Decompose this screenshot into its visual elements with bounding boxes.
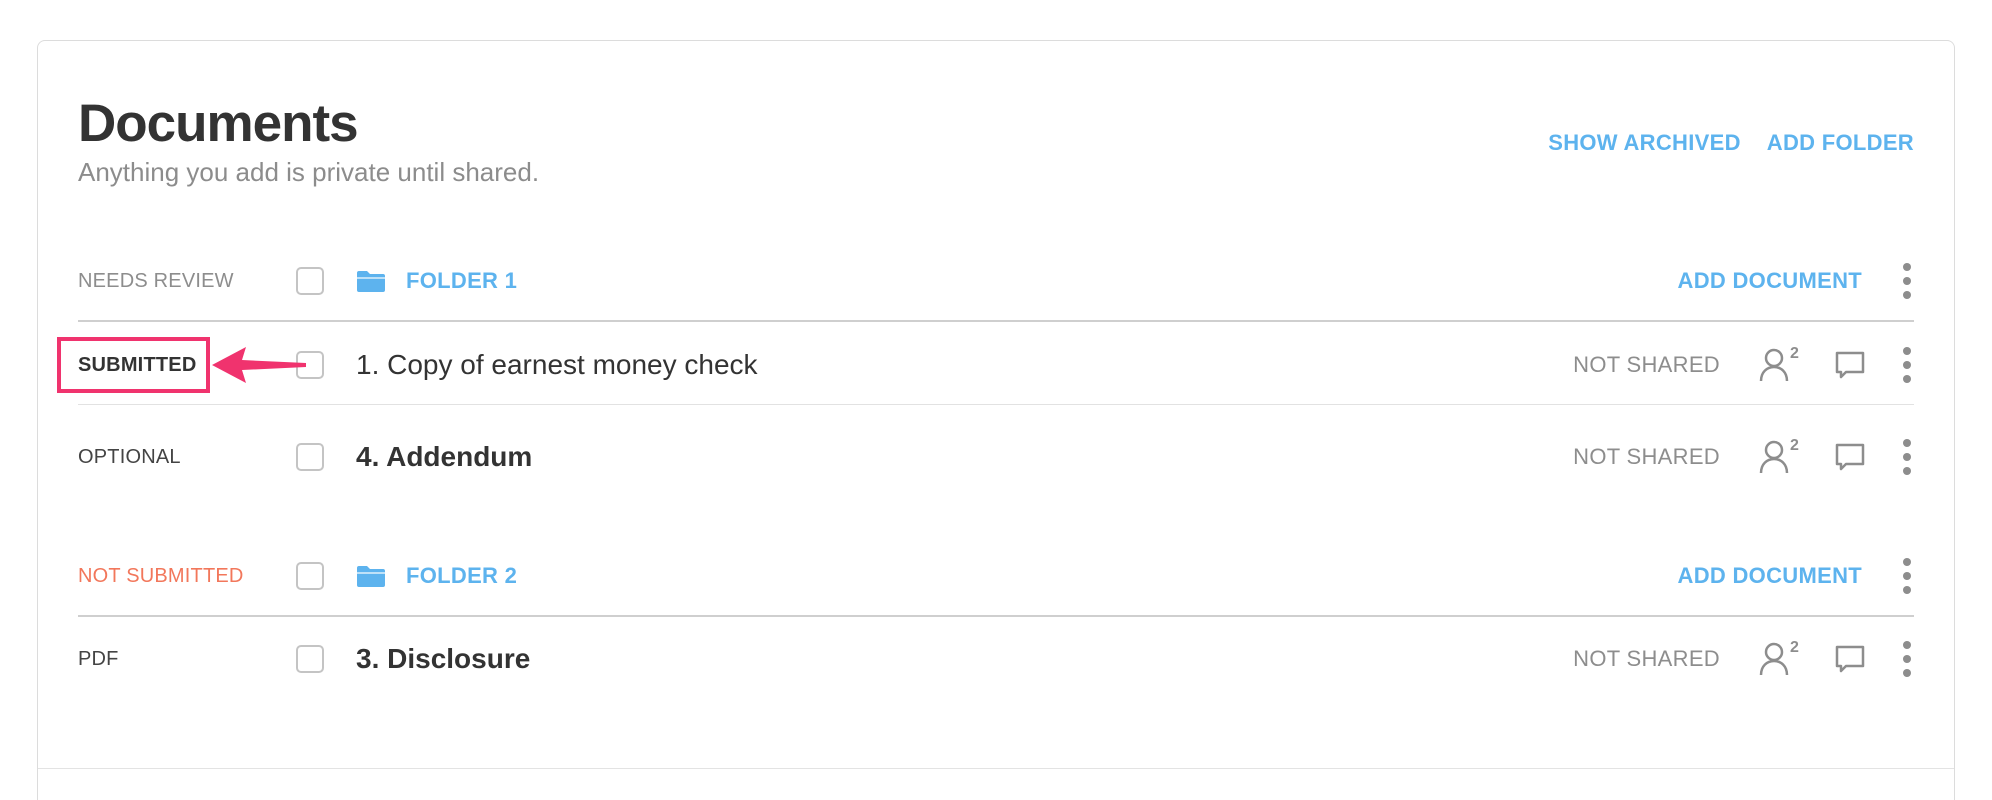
folder-icon xyxy=(357,271,385,292)
shared-status: NOT SHARED xyxy=(1573,351,1720,377)
people-count: 2 xyxy=(1790,639,1799,656)
kebab-menu-icon[interactable] xyxy=(1900,263,1914,299)
document-title-link[interactable]: 1. Copy of earnest money check xyxy=(356,348,758,382)
show-archived-link[interactable]: SHOW ARCHIVED xyxy=(1548,129,1741,157)
people-count: 2 xyxy=(1790,344,1799,362)
people-count: 2 xyxy=(1790,437,1799,454)
shared-status: NOT SHARED xyxy=(1573,646,1720,671)
folder-name-link[interactable]: FOLDER 2 xyxy=(406,562,517,590)
people-icon[interactable]: 2 xyxy=(1758,344,1802,383)
folder-actions: ADD DOCUMENT xyxy=(1678,558,1914,594)
folder-name-link[interactable]: FOLDER 1 xyxy=(406,267,517,295)
add-folder-link[interactable]: ADD FOLDER xyxy=(1767,129,1914,157)
document-actions: NOT SHARED 2 xyxy=(1573,437,1914,475)
document-row: PDF 3. Disclosure NOT SHARED 2 xyxy=(78,619,1914,699)
document-checkbox[interactable] xyxy=(296,645,324,673)
folder-status: NOT SUBMITTED xyxy=(78,565,244,587)
kebab-menu-icon[interactable] xyxy=(1900,439,1914,475)
document-row: SUBMITTED 1. Copy of earnest money check… xyxy=(78,325,1914,405)
people-icon[interactable]: 2 xyxy=(1758,639,1802,677)
folder-row: NOT SUBMITTED FOLDER 2 ADD DOCUMENT xyxy=(78,537,1914,617)
folder-icon xyxy=(357,566,385,587)
annotation-highlight-box xyxy=(57,337,210,393)
comment-icon[interactable] xyxy=(1834,349,1866,381)
page-title: Documents xyxy=(78,94,359,153)
folder-row: NEEDS REVIEW FOLDER 1 ADD DOCUMENT xyxy=(78,242,1914,322)
annotation-arrow-icon xyxy=(212,347,306,383)
document-actions: NOT SHARED 2 xyxy=(1573,639,1914,677)
card-divider xyxy=(38,768,1954,769)
header-actions: SHOW ARCHIVED ADD FOLDER xyxy=(1548,129,1914,157)
shared-status: NOT SHARED xyxy=(1573,444,1720,469)
document-row: OPTIONAL 4. Addendum NOT SHARED 2 xyxy=(78,417,1914,497)
folder-checkbox[interactable] xyxy=(296,267,324,295)
document-title-link[interactable]: 3. Disclosure xyxy=(356,642,530,676)
document-status: OPTIONAL xyxy=(78,446,181,468)
folder-status: NEEDS REVIEW xyxy=(78,270,234,292)
comment-icon[interactable] xyxy=(1834,441,1866,473)
add-document-link[interactable]: ADD DOCUMENT xyxy=(1678,562,1862,590)
document-checkbox[interactable] xyxy=(296,443,324,471)
page-subtitle: Anything you add is private until shared… xyxy=(78,157,540,187)
people-icon[interactable]: 2 xyxy=(1758,437,1802,475)
folder-checkbox[interactable] xyxy=(296,562,324,590)
kebab-menu-icon[interactable] xyxy=(1900,641,1914,677)
document-actions: NOT SHARED 2 xyxy=(1573,344,1914,383)
comment-icon[interactable] xyxy=(1834,643,1866,675)
kebab-menu-icon[interactable] xyxy=(1900,558,1914,594)
kebab-menu-icon[interactable] xyxy=(1900,346,1914,383)
document-status: PDF xyxy=(78,648,119,670)
document-title-link[interactable]: 4. Addendum xyxy=(356,440,532,474)
folder-actions: ADD DOCUMENT xyxy=(1678,263,1914,299)
add-document-link[interactable]: ADD DOCUMENT xyxy=(1678,267,1862,295)
